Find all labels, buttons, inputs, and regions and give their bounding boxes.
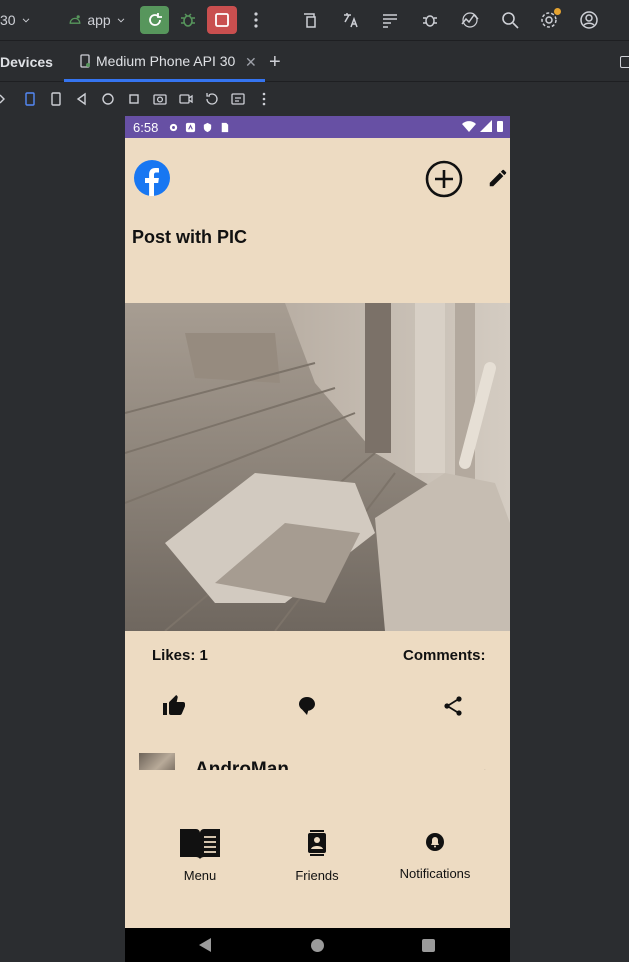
- tab-label: Medium Phone API 30: [96, 52, 236, 69]
- tab-medium-phone[interactable]: Medium Phone API 30 ✕: [64, 42, 265, 82]
- search-icon: [502, 12, 519, 29]
- close-tab-icon[interactable]: ✕: [245, 54, 257, 71]
- comment-list: AndroMan ⌃: [125, 746, 510, 770]
- post-title: Post with PIC: [132, 227, 248, 247]
- api-level-selector[interactable]: 30: [0, 6, 40, 34]
- app-config-label: app: [87, 12, 111, 28]
- emulator-toolbar: [0, 83, 629, 115]
- account-button[interactable]: [575, 6, 603, 34]
- app-config-selector[interactable]: app: [64, 6, 130, 34]
- android-status-bar: 6:58: [125, 116, 510, 138]
- extended-controls-icon[interactable]: [230, 91, 246, 107]
- nav-menu[interactable]: Menu: [175, 826, 225, 883]
- apply-changes-button[interactable]: [140, 6, 169, 34]
- signal-icon: [480, 120, 492, 132]
- edit-pencil-icon[interactable]: [487, 167, 509, 189]
- add-post-icon[interactable]: [424, 159, 464, 199]
- emulator-screen[interactable]: 6:58 Post with PIC Likes: 1 Comments: An…: [125, 116, 510, 962]
- comment-more-icon[interactable]: ⌃: [479, 767, 491, 770]
- nav-notifications[interactable]: Notifications: [395, 826, 475, 881]
- back-icon[interactable]: [74, 91, 90, 107]
- stop-icon: [215, 13, 229, 27]
- stop-button[interactable]: [207, 6, 237, 34]
- android-nav-bar: [125, 928, 510, 962]
- rotate-left-icon[interactable]: [22, 91, 38, 107]
- api-level-label: 30: [0, 12, 16, 28]
- power-icon[interactable]: [0, 91, 12, 107]
- add-device-tab-icon[interactable]: +: [269, 51, 281, 74]
- nav-friends-label: Friends: [295, 868, 339, 883]
- status-time: 6:58: [133, 119, 159, 135]
- home-icon[interactable]: [100, 91, 116, 107]
- system-recents-icon[interactable]: [422, 939, 435, 952]
- more-vertical-icon[interactable]: [256, 91, 272, 107]
- system-back-icon[interactable]: [199, 938, 211, 952]
- overview-icon[interactable]: [126, 91, 142, 107]
- thumbs-up-icon[interactable]: [162, 694, 186, 718]
- panel-layout-icon[interactable]: [620, 56, 629, 68]
- nav-notifications-label: Notifications: [399, 866, 471, 881]
- account-icon: [580, 11, 598, 29]
- bell-icon: [426, 833, 444, 851]
- profiler-button[interactable]: [456, 6, 484, 34]
- chevron-down-icon: [22, 18, 29, 23]
- snapshot-icon[interactable]: [204, 91, 220, 107]
- translations-button[interactable]: [337, 6, 365, 34]
- phone-device-icon: [80, 53, 90, 68]
- device-manager-icon: [304, 13, 316, 28]
- comments-label: Comments:: [403, 647, 486, 664]
- settings-button[interactable]: [535, 6, 563, 34]
- logcat-icon: [383, 14, 397, 28]
- app-inspection-button[interactable]: [416, 6, 444, 34]
- devices-panel-title: Devices: [0, 54, 53, 70]
- bug-icon: [423, 15, 437, 27]
- rotate-right-icon[interactable]: [48, 91, 64, 107]
- notification-dot: [554, 8, 561, 15]
- logcat-button[interactable]: [376, 6, 404, 34]
- screenshot-icon[interactable]: [152, 91, 168, 107]
- comment-author: AndroMan: [195, 759, 289, 770]
- app-notification-icon: [186, 122, 196, 132]
- bottom-navigation: Menu Friends Notifications: [125, 806, 510, 928]
- translate-icon: [344, 13, 358, 28]
- rerun-icon: [148, 13, 162, 26]
- share-icon[interactable]: [441, 694, 465, 718]
- sd-card-icon: [222, 122, 229, 132]
- shield-icon: [204, 122, 212, 132]
- wifi-icon: [462, 121, 476, 132]
- contacts-icon: [308, 830, 326, 856]
- more-vertical-icon: [254, 12, 258, 28]
- more-actions-button[interactable]: [244, 6, 268, 34]
- search-button[interactable]: [496, 6, 524, 34]
- comment-bubble-icon[interactable]: [295, 694, 319, 718]
- battery-icon: [497, 121, 503, 132]
- screen-record-icon[interactable]: [178, 91, 194, 107]
- settings-icon: [170, 123, 178, 131]
- facebook-logo-icon[interactable]: [134, 160, 170, 196]
- ide-toolbar: 30 app: [0, 0, 629, 41]
- bug-icon: [181, 13, 195, 27]
- comment-avatar: [139, 753, 175, 770]
- device-manager-button[interactable]: [297, 6, 325, 34]
- book-menu-icon: [180, 829, 220, 859]
- chevron-down-icon: [117, 18, 125, 23]
- likes-count: Likes: 1: [152, 647, 208, 664]
- debug-button[interactable]: [174, 6, 202, 34]
- system-home-icon[interactable]: [311, 939, 324, 952]
- android-icon: [69, 15, 81, 24]
- nav-friends[interactable]: Friends: [290, 826, 344, 883]
- running-devices-tabbar: Devices Medium Phone API 30 ✕ +: [0, 42, 629, 82]
- post-photo[interactable]: [125, 303, 510, 631]
- profiler-icon: [461, 12, 479, 28]
- nav-menu-label: Menu: [183, 868, 217, 883]
